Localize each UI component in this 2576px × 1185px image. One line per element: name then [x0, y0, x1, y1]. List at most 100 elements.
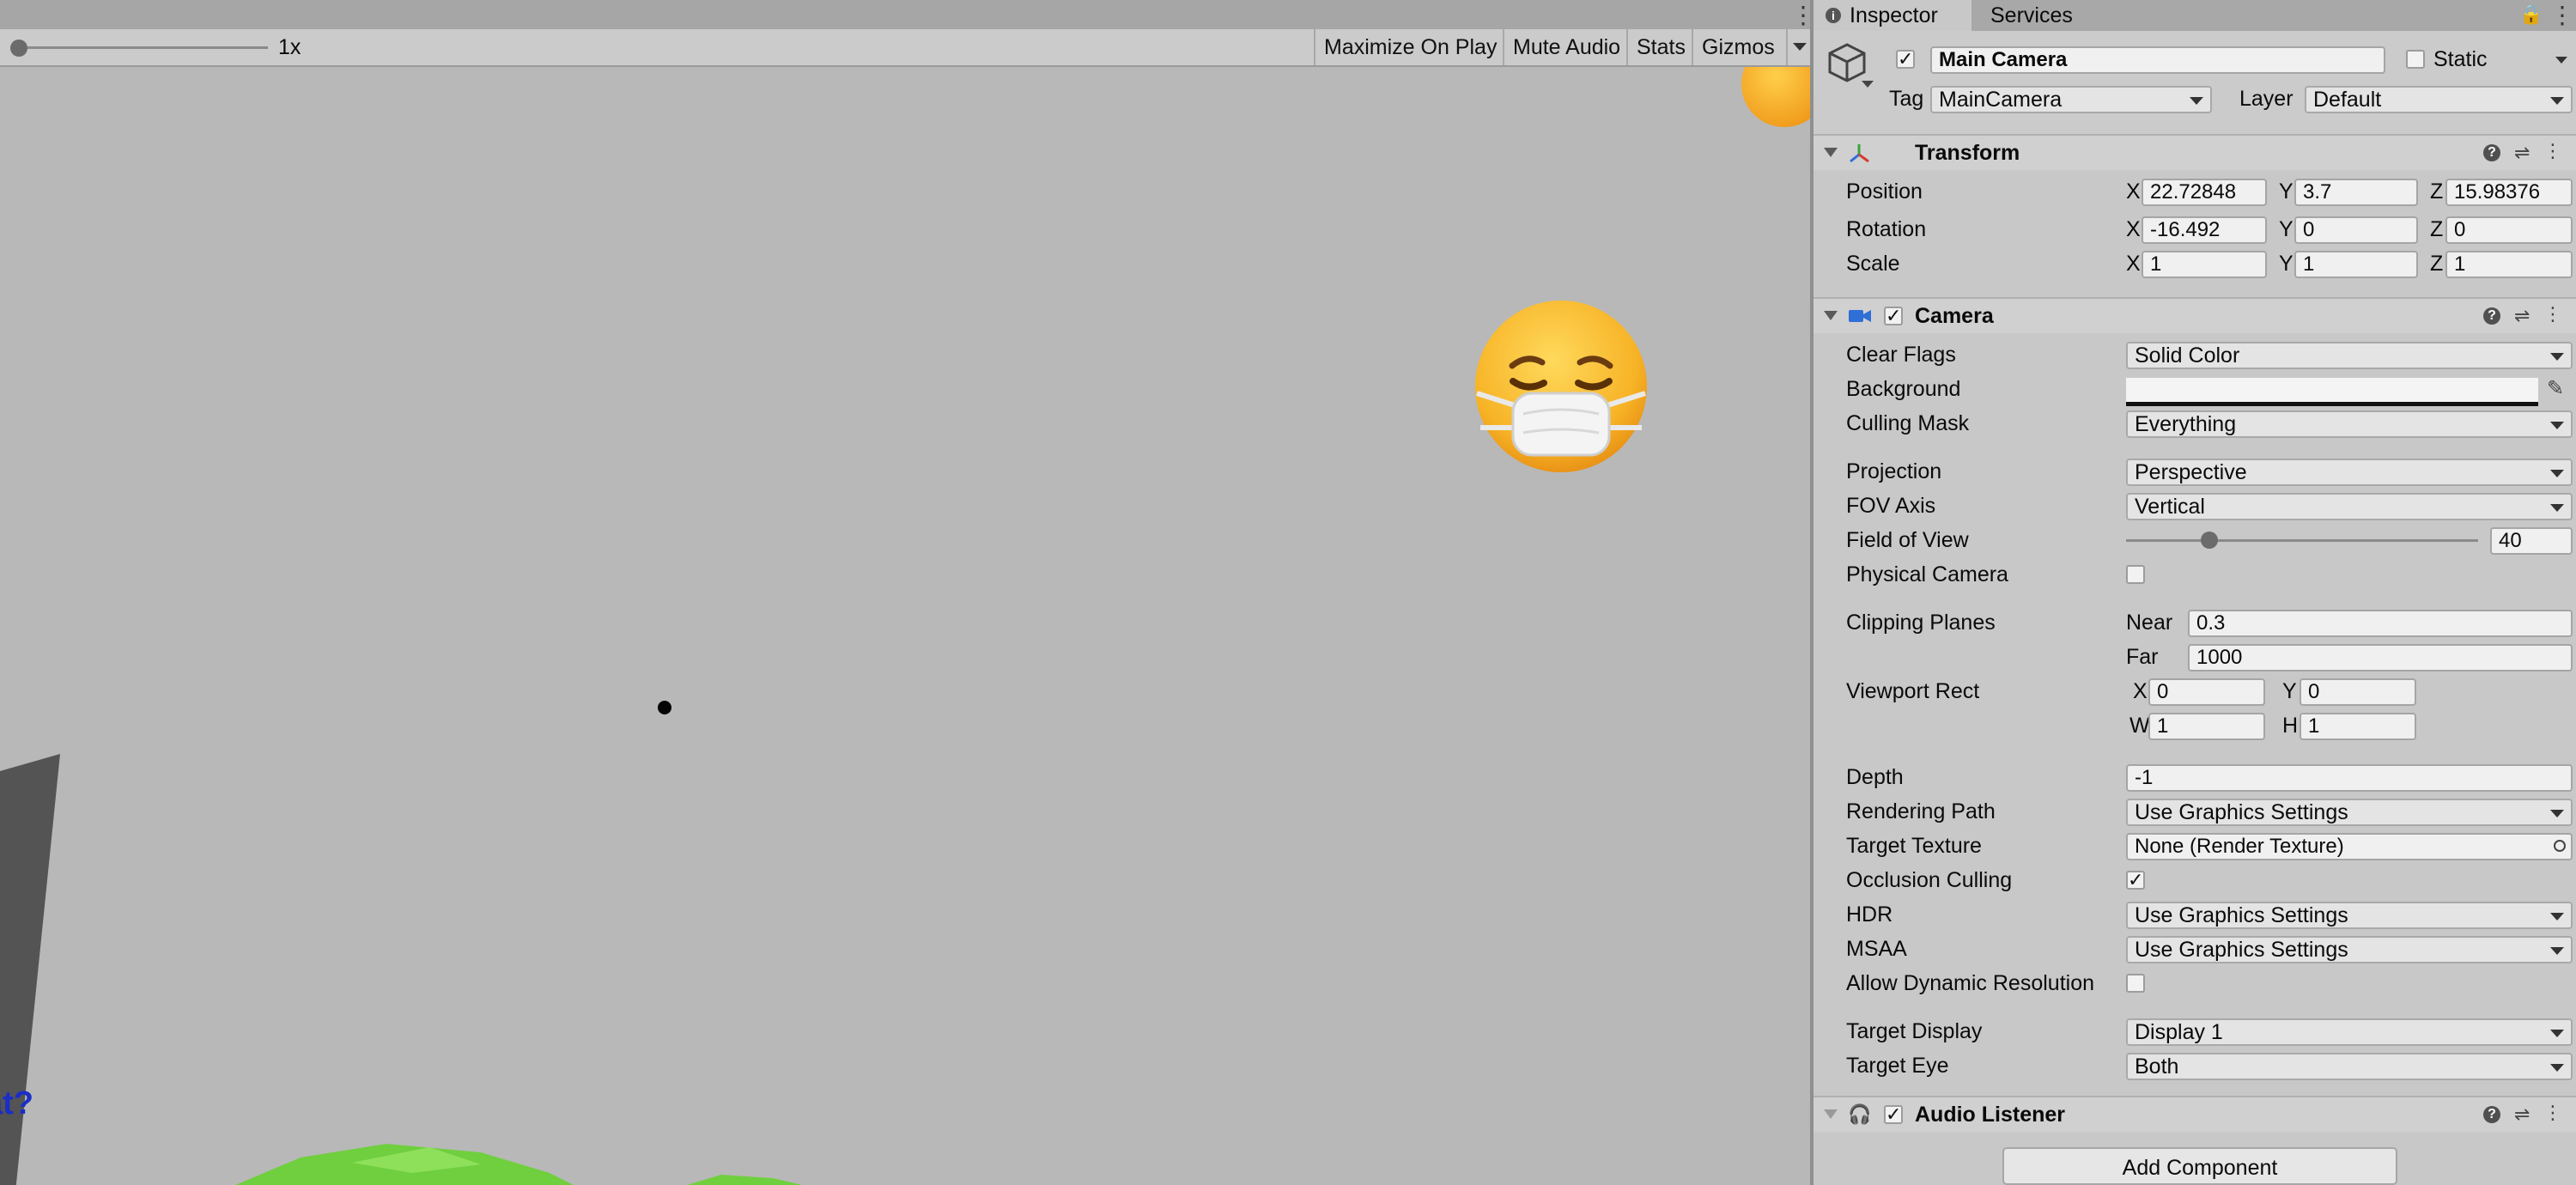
target-eye-value: Both — [2135, 1054, 2179, 1079]
far-field[interactable]: 1000 — [2188, 644, 2573, 672]
tab-services[interactable]: Services — [1980, 0, 2109, 31]
scale-x-field[interactable]: 1 — [2142, 251, 2267, 278]
position-z-field[interactable]: 15.98376 — [2445, 179, 2573, 206]
target-texture-field[interactable]: None (Render Texture) — [2126, 833, 2573, 860]
fov-value-field[interactable]: 40 — [2490, 527, 2573, 555]
fov-label: Field of View — [1846, 528, 1969, 552]
preset-sliders-icon[interactable]: ⇌ — [2514, 143, 2530, 163]
active-checkbox[interactable]: ✓ — [1896, 50, 1915, 69]
face-with-mask-icon — [1475, 301, 1647, 472]
dynamic-resolution-label: Allow Dynamic Resolution — [1846, 971, 2095, 995]
axis-z-label: Z — [2430, 179, 2444, 204]
chevron-down-icon — [2550, 1030, 2564, 1037]
object-name-field[interactable]: Main Camera — [1930, 46, 2385, 74]
help-icon[interactable]: ? — [2483, 307, 2500, 325]
culling-mask-dropdown[interactable]: Everything — [2126, 410, 2573, 438]
layer-dropdown[interactable]: Default — [2305, 86, 2573, 113]
scale-y-field[interactable]: 1 — [2294, 251, 2418, 278]
component-menu-icon[interactable]: ⋮ — [2543, 141, 2562, 161]
partial-question-text: at? — [0, 1085, 33, 1121]
tab-inspector[interactable]: i Inspector — [1814, 0, 1971, 31]
transform-header[interactable]: Transform ? ⇌ ⋮ — [1814, 134, 2576, 170]
clear-flags-dropdown[interactable]: Solid Color — [2126, 342, 2573, 369]
rotation-z-field[interactable]: 0 — [2445, 216, 2573, 244]
fold-arrow-icon[interactable] — [1824, 1109, 1838, 1119]
fov-slider-track[interactable] — [2126, 539, 2478, 542]
transform-title: Transform — [1915, 141, 2020, 165]
clipping-planes-label: Clipping Planes — [1846, 611, 1996, 635]
fold-arrow-icon[interactable] — [1824, 148, 1838, 157]
camera-enabled-checkbox[interactable]: ✓ — [1884, 307, 1903, 325]
target-display-dropdown[interactable]: Display 1 — [2126, 1018, 2573, 1046]
projection-label: Projection — [1846, 459, 1942, 483]
near-field[interactable]: 0.3 — [2188, 610, 2573, 637]
target-eye-label: Target Eye — [1846, 1054, 1949, 1078]
help-icon[interactable]: ? — [2483, 1106, 2500, 1123]
scale-slider-track[interactable] — [19, 46, 268, 49]
occlusion-culling-label: Occlusion Culling — [1846, 868, 2013, 892]
clear-flags-label: Clear Flags — [1846, 343, 1956, 367]
projection-dropdown[interactable]: Perspective — [2126, 459, 2573, 486]
fov-axis-dropdown[interactable]: Vertical — [2126, 493, 2573, 520]
maximize-on-play-button[interactable]: Maximize On Play — [1314, 29, 1503, 65]
scale-label: Scale — [1846, 252, 1900, 276]
rendering-path-dropdown[interactable]: Use Graphics Settings — [2126, 799, 2573, 826]
viewport-x-axis-label: X — [2133, 679, 2148, 703]
eyedropper-icon[interactable]: ✎ — [2547, 376, 2564, 401]
mute-audio-button[interactable]: Mute Audio — [1503, 29, 1626, 65]
occlusion-culling-checkbox[interactable]: ✓ — [2126, 871, 2145, 890]
static-label: Static — [2433, 47, 2488, 71]
preset-sliders-icon[interactable]: ⇌ — [2514, 1104, 2530, 1125]
game-render-area[interactable]: at? — [0, 67, 1810, 1185]
viewport-h-field[interactable]: 1 — [2300, 713, 2416, 740]
chevron-down-icon — [2550, 470, 2564, 477]
axis-z-label: Z — [2430, 252, 2444, 276]
msaa-dropdown[interactable]: Use Graphics Settings — [2126, 936, 2573, 963]
physical-camera-checkbox[interactable] — [2126, 565, 2145, 584]
help-icon[interactable]: ? — [2483, 144, 2500, 161]
game-panel-menu-icon[interactable]: ⋮ — [1791, 3, 1810, 27]
partial-emoji-sprite — [1741, 67, 1810, 127]
scale-z-field[interactable]: 1 — [2445, 251, 2573, 278]
chevron-down-icon — [2550, 504, 2564, 512]
mask-emoji-sprite — [1473, 299, 1649, 474]
depth-field[interactable]: -1 — [2126, 764, 2573, 792]
inspector-menu-icon[interactable]: ⋮ — [2550, 3, 2574, 27]
position-x-field[interactable]: 22.72848 — [2142, 179, 2267, 206]
game-view-panel: ⋮ 1x Maximize On Play Mute Audio Stats G… — [0, 0, 1810, 1185]
camera-header[interactable]: ✓ Camera ? ⇌ ⋮ — [1814, 297, 2576, 333]
static-checkbox[interactable] — [2406, 50, 2425, 69]
object-picker-icon[interactable] — [2554, 840, 2566, 852]
rotation-y-field[interactable]: 0 — [2294, 216, 2418, 244]
scale-slider-thumb[interactable] — [10, 40, 27, 57]
lock-icon[interactable]: 🔒 — [2519, 3, 2543, 26]
preset-sliders-icon[interactable]: ⇌ — [2514, 306, 2530, 326]
physical-camera-label: Physical Camera — [1846, 562, 2008, 586]
component-menu-icon[interactable]: ⋮ — [2543, 1103, 2562, 1123]
transform-body: Position X 22.72848 Y 3.7 Z 15.98376 Rot… — [1814, 170, 2576, 299]
background-color-field[interactable] — [2126, 378, 2538, 406]
fold-arrow-icon[interactable] — [1824, 311, 1838, 320]
position-label: Position — [1846, 179, 1923, 204]
hdr-dropdown[interactable]: Use Graphics Settings — [2126, 902, 2573, 929]
gizmos-button[interactable]: Gizmos — [1692, 29, 1786, 65]
crosshair-dot — [658, 701, 671, 714]
viewport-w-field[interactable]: 1 — [2148, 713, 2265, 740]
position-y-field[interactable]: 3.7 — [2294, 179, 2418, 206]
dynamic-resolution-checkbox[interactable] — [2126, 974, 2145, 993]
audio-listener-checkbox[interactable]: ✓ — [1884, 1105, 1903, 1124]
viewport-x-field[interactable]: 0 — [2148, 678, 2265, 706]
stats-button[interactable]: Stats — [1626, 29, 1692, 65]
viewport-y-field[interactable]: 0 — [2300, 678, 2416, 706]
static-dropdown-arrow[interactable] — [2555, 57, 2567, 64]
chevron-down-icon — [2550, 913, 2564, 921]
component-menu-icon[interactable]: ⋮ — [2543, 304, 2562, 325]
add-component-button[interactable]: Add Component — [2002, 1147, 2397, 1185]
target-eye-dropdown[interactable]: Both — [2126, 1053, 2573, 1080]
fov-slider-thumb[interactable] — [2201, 532, 2219, 549]
icon-dropdown-arrow[interactable] — [1862, 81, 1874, 88]
audio-listener-header[interactable]: 🎧 ✓ Audio Listener ? ⇌ ⋮ — [1814, 1096, 2576, 1132]
gizmos-dropdown-arrow[interactable] — [1786, 29, 1810, 65]
tag-dropdown[interactable]: MainCamera — [1930, 86, 2212, 113]
rotation-x-field[interactable]: -16.492 — [2142, 216, 2267, 244]
